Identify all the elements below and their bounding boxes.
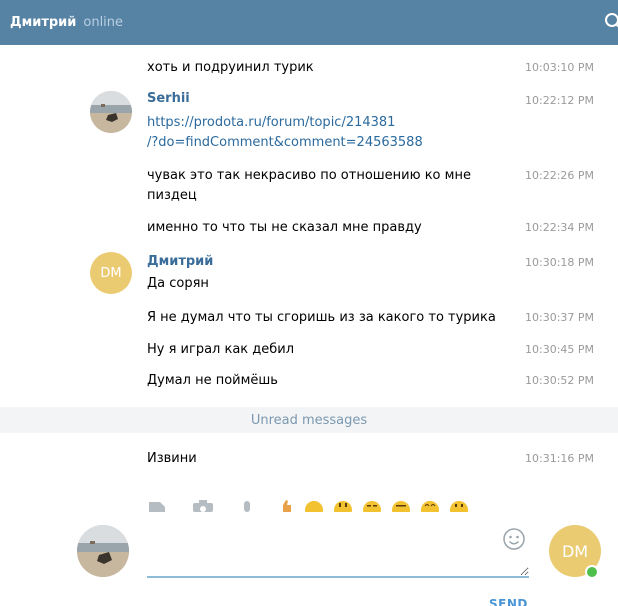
emoji-grin-icon[interactable] <box>333 500 353 512</box>
message-time: 10:30:45 PM <box>525 343 595 356</box>
avatar-serhii[interactable] <box>90 91 132 133</box>
message-history[interactable]: хоть и подруинил турик 10:03:10 PM Serhi… <box>0 45 618 500</box>
emoji-neutral-icon[interactable] <box>391 500 411 512</box>
contact-status: online <box>83 15 124 30</box>
message-time: 10:22:12 PM <box>525 94 595 107</box>
send-button[interactable]: SEND <box>489 597 528 606</box>
message-text: Ну я играл как дебил <box>147 342 295 357</box>
message-time: 10:30:37 PM <box>525 311 595 324</box>
emoji-smile-icon[interactable] <box>304 500 324 512</box>
camera-icon[interactable] <box>192 500 214 512</box>
message-time: 10:03:10 PM <box>525 61 595 74</box>
message-text: именно то что ты не сказал мне правду <box>147 220 422 235</box>
message-author[interactable]: Serhii <box>147 91 190 106</box>
emoji-happy-icon[interactable] <box>449 500 469 512</box>
message-text: хоть и подруинил турик <box>147 60 314 75</box>
message-time: 10:30:18 PM <box>525 256 595 269</box>
message-time: 10:30:52 PM <box>525 374 595 387</box>
message-text: Да сорян <box>147 276 209 291</box>
message-text: Думал не поймёшь <box>147 373 278 388</box>
online-indicator <box>585 565 599 579</box>
link-line-1[interactable]: https://prodota.ru/forum/topic/214381 <box>147 115 395 130</box>
chat-header: Дмитрий online <box>0 0 618 45</box>
thumbs-up-icon[interactable] <box>278 500 292 512</box>
message-time: 10:22:34 PM <box>525 221 595 234</box>
composer: DM SEND <box>0 500 618 606</box>
message-link[interactable]: https://prodota.ru/forum/topic/214381 /?… <box>147 113 517 153</box>
link-line-2[interactable]: /?do=findComment&comment=24563588 <box>147 135 423 150</box>
contact-name[interactable]: Дмитрий <box>10 15 76 30</box>
microphone-icon[interactable] <box>241 500 253 512</box>
unread-divider: Unread messages <box>0 407 618 433</box>
message-time: 10:31:16 PM <box>525 452 595 465</box>
avatar-dmitry[interactable]: DM <box>90 252 132 294</box>
emoji-laugh-icon[interactable] <box>420 500 440 512</box>
message-text: Извини <box>147 451 197 466</box>
emoji-wink-icon[interactable] <box>362 500 382 512</box>
message-text: Я не думал что ты сгоришь из за какого т… <box>147 310 496 325</box>
message-time: 10:22:26 PM <box>525 169 595 182</box>
emoji-icon[interactable] <box>503 528 525 550</box>
document-icon[interactable] <box>147 500 167 512</box>
my-avatar[interactable] <box>77 525 129 577</box>
message-author[interactable]: Дмитрий <box>147 254 213 269</box>
search-icon[interactable] <box>604 12 618 32</box>
message-input[interactable] <box>147 520 529 578</box>
message-text: чувак это так некрасиво по отношению ко … <box>147 168 471 203</box>
